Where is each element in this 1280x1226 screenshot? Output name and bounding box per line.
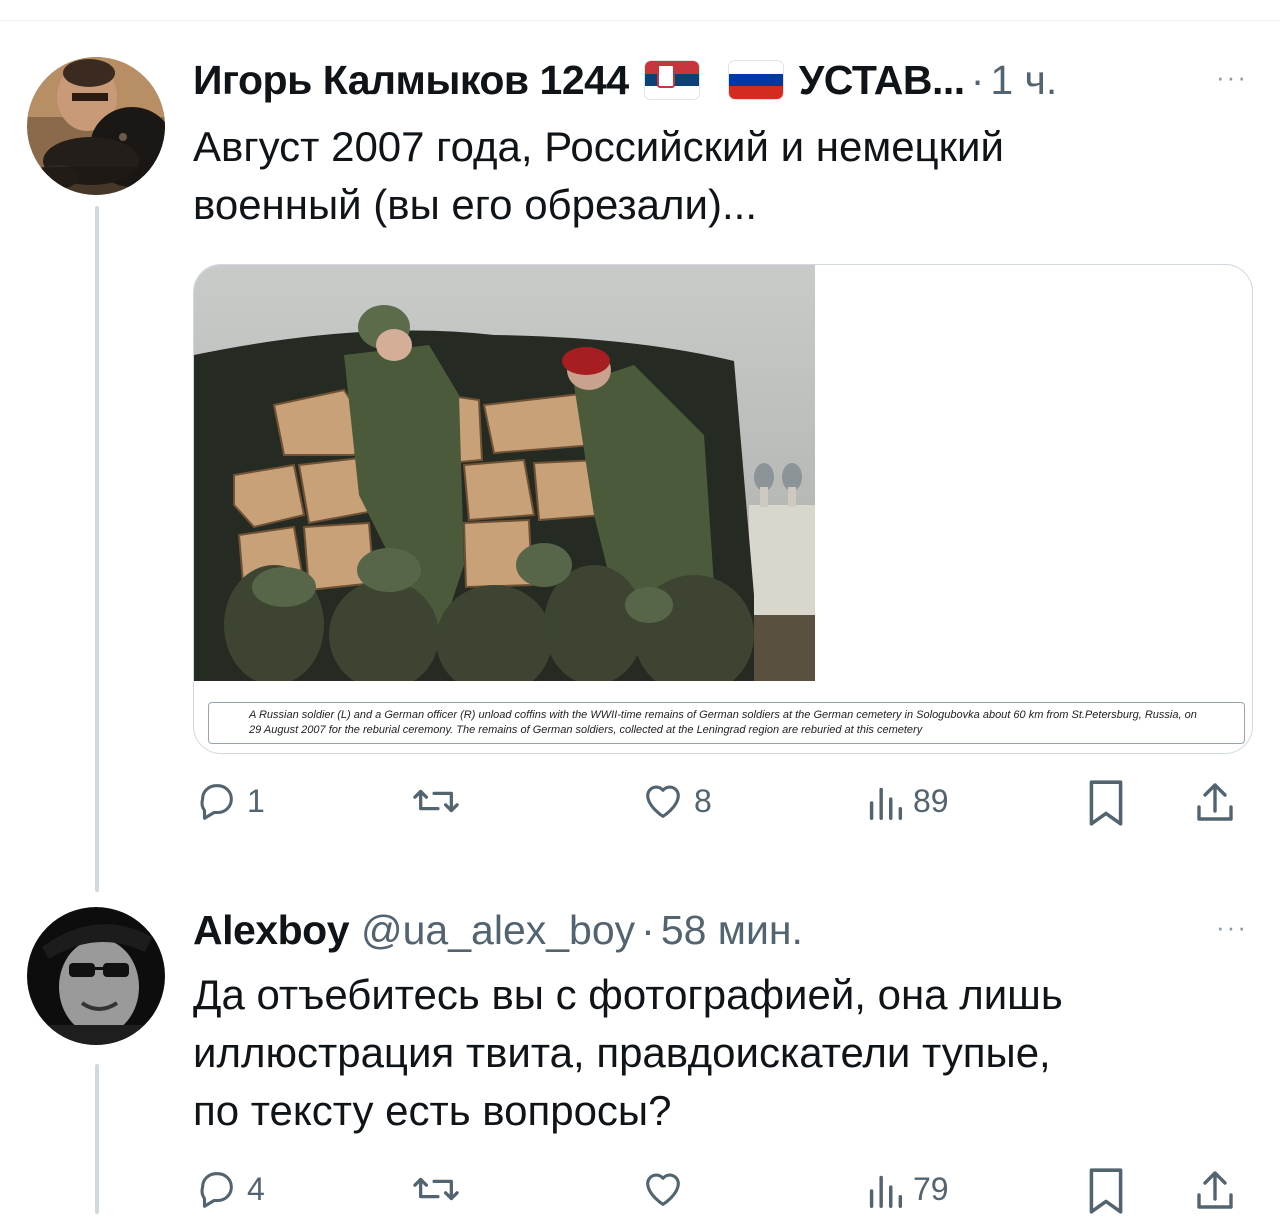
image-caption-text: A Russian soldier (L) and a German offic… xyxy=(249,709,1197,736)
avatar[interactable] xyxy=(27,57,165,195)
author-handle[interactable]: @ua_alex_boy xyxy=(361,907,635,954)
tweet-actions: 1 8 89 xyxy=(193,778,1253,838)
repost-button[interactable] xyxy=(411,1166,469,1212)
bookmark-button[interactable] xyxy=(1085,1166,1127,1216)
author-name[interactable]: Alexboy xyxy=(193,907,350,954)
more-options-button[interactable]: ··· xyxy=(1216,62,1248,93)
separator: · xyxy=(641,906,655,953)
share-button[interactable] xyxy=(1193,778,1237,828)
reply-button[interactable]: 1 xyxy=(193,778,265,824)
bookmark-button[interactable] xyxy=(1085,778,1127,828)
reply-icon xyxy=(200,784,233,820)
views-icon xyxy=(869,1175,903,1208)
heart-icon xyxy=(646,785,680,818)
bookmark-icon xyxy=(1089,780,1123,826)
author-name-suffix[interactable]: УСТАВ... xyxy=(799,57,965,104)
share-icon xyxy=(1197,1171,1233,1209)
share-button[interactable] xyxy=(1193,1166,1237,1216)
avatar[interactable] xyxy=(27,907,165,1045)
repost-button[interactable] xyxy=(411,778,469,824)
reply-button[interactable]: 4 xyxy=(193,1166,265,1212)
tweet-header: Alexboy @ua_alex_boy · 58 мин. xyxy=(193,902,1256,958)
repost-icon xyxy=(413,789,459,813)
bookmark-icon xyxy=(1089,1168,1123,1214)
reply-count: 4 xyxy=(247,1170,265,1207)
more-options-button[interactable]: ··· xyxy=(1216,912,1248,943)
tweet-header: Игорь Калмыков 1244 УСТАВ... · 1 ч. xyxy=(193,52,1256,108)
views-button[interactable]: 89 xyxy=(865,778,949,824)
more-icon: ··· xyxy=(1216,62,1248,92)
repost-icon xyxy=(413,1177,459,1201)
more-icon: ··· xyxy=(1216,912,1248,942)
tweet-text: Август 2007 года, Российский и немецкий … xyxy=(193,123,1004,228)
media-card[interactable]: A Russian soldier (L) and a German offic… xyxy=(193,264,1253,754)
timestamp[interactable]: 58 мин. xyxy=(661,907,803,954)
media-photo[interactable] xyxy=(194,265,815,681)
timestamp[interactable]: 1 ч. xyxy=(990,57,1057,104)
tweet-text: Да отъебитесь вы с фотографией, она лишь… xyxy=(193,971,1063,1134)
tweet-actions: 4 79 xyxy=(193,1166,1253,1226)
like-count: 8 xyxy=(694,782,712,819)
serbia-flag-icon xyxy=(644,61,699,99)
reply-count: 1 xyxy=(247,782,265,819)
separator: · xyxy=(970,56,985,103)
views-count: 89 xyxy=(913,782,949,819)
views-button[interactable]: 79 xyxy=(865,1166,949,1212)
views-count: 79 xyxy=(913,1170,949,1207)
heart-icon xyxy=(646,1173,680,1206)
image-caption: A Russian soldier (L) and a German offic… xyxy=(208,702,1245,744)
tweet[interactable]: Alexboy @ua_alex_boy · 58 мин. ··· Да от… xyxy=(0,880,1280,1214)
share-icon xyxy=(1197,783,1233,821)
russia-flag-icon xyxy=(728,61,783,99)
like-button[interactable] xyxy=(640,1166,694,1212)
tweet[interactable]: Игорь Калмыков 1244 УСТАВ... · 1 ч. ··· … xyxy=(0,0,1280,880)
views-icon xyxy=(869,787,903,820)
reply-icon xyxy=(200,1172,233,1208)
author-name[interactable]: Игорь Калмыков 1244 xyxy=(193,57,629,104)
like-button[interactable]: 8 xyxy=(640,778,712,824)
